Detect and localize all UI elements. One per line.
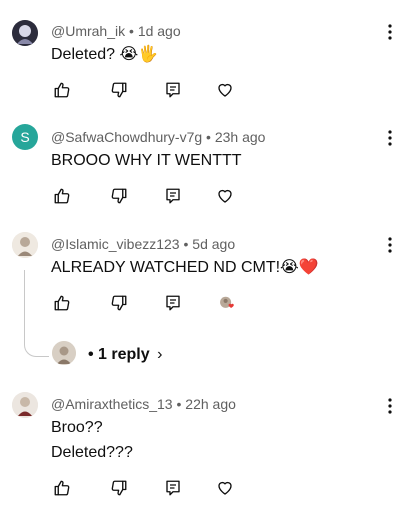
comment-meta: @Islamic_vibezz123 • 5d ago [51,236,236,252]
reply-icon[interactable] [162,79,184,101]
comment-time: 1d ago [137,23,181,39]
avatar[interactable] [12,392,38,418]
like-icon[interactable] [51,477,73,499]
comment-text: ALREADY WATCHED ND CMT!😭❤️ [51,259,319,276]
comment-time: 5d ago [192,236,236,252]
like-icon[interactable] [51,79,73,101]
more-vert-icon[interactable] [382,22,398,42]
comment-time: 22h ago [185,396,236,412]
dislike-icon[interactable] [108,292,130,314]
avatar[interactable]: S [12,124,38,150]
dislike-icon[interactable] [108,477,130,499]
reply-icon[interactable] [162,477,184,499]
comment-meta: @SafwaChowdhury-v7g • 23h ago [51,129,266,145]
heart-icon[interactable] [214,185,236,207]
comment-text: Broo?? [51,419,103,436]
comment-meta: @Umrah_ik • 1d ago [51,23,181,39]
more-vert-icon[interactable] [382,128,398,148]
view-replies-button[interactable]: • 1 reply › [88,346,162,364]
comment-actions [51,79,351,101]
comment-text: Deleted??? [51,444,133,461]
avatar-letter: S [20,129,30,145]
comment-author[interactable]: @SafwaChowdhury-v7g [51,129,202,145]
replies-label: • 1 reply [88,346,150,363]
chevron-right-icon: › [157,346,163,363]
comment-author[interactable]: @Islamic_vibezz123 [51,236,180,252]
creator-heart-icon [214,292,240,314]
avatar[interactable] [12,20,38,46]
like-icon[interactable] [51,292,73,314]
comment-author[interactable]: @Umrah_ik [51,23,125,39]
thread-connector [24,270,49,357]
comment-text: BROOO WHY IT WENTTT [51,152,242,169]
heart-icon[interactable] [214,79,236,101]
dislike-icon[interactable] [108,79,130,101]
reply-icon[interactable] [162,185,184,207]
heart-icon[interactable] [214,477,236,499]
comment-actions [51,185,351,207]
comment-actions [51,292,351,314]
like-icon[interactable] [51,185,73,207]
dislike-icon[interactable] [108,185,130,207]
avatar[interactable] [12,232,38,258]
comment-author[interactable]: @Amiraxthetics_13 [51,396,173,412]
comment-meta: @Amiraxthetics_13 • 22h ago [51,396,236,412]
comment-actions [51,477,351,499]
more-vert-icon[interactable] [382,235,398,255]
more-vert-icon[interactable] [382,396,398,416]
comment-time: 23h ago [214,129,266,145]
comment-text: Deleted? 😭🖐️ [51,46,159,63]
reply-avatar [52,341,76,365]
reply-icon[interactable] [162,292,184,314]
